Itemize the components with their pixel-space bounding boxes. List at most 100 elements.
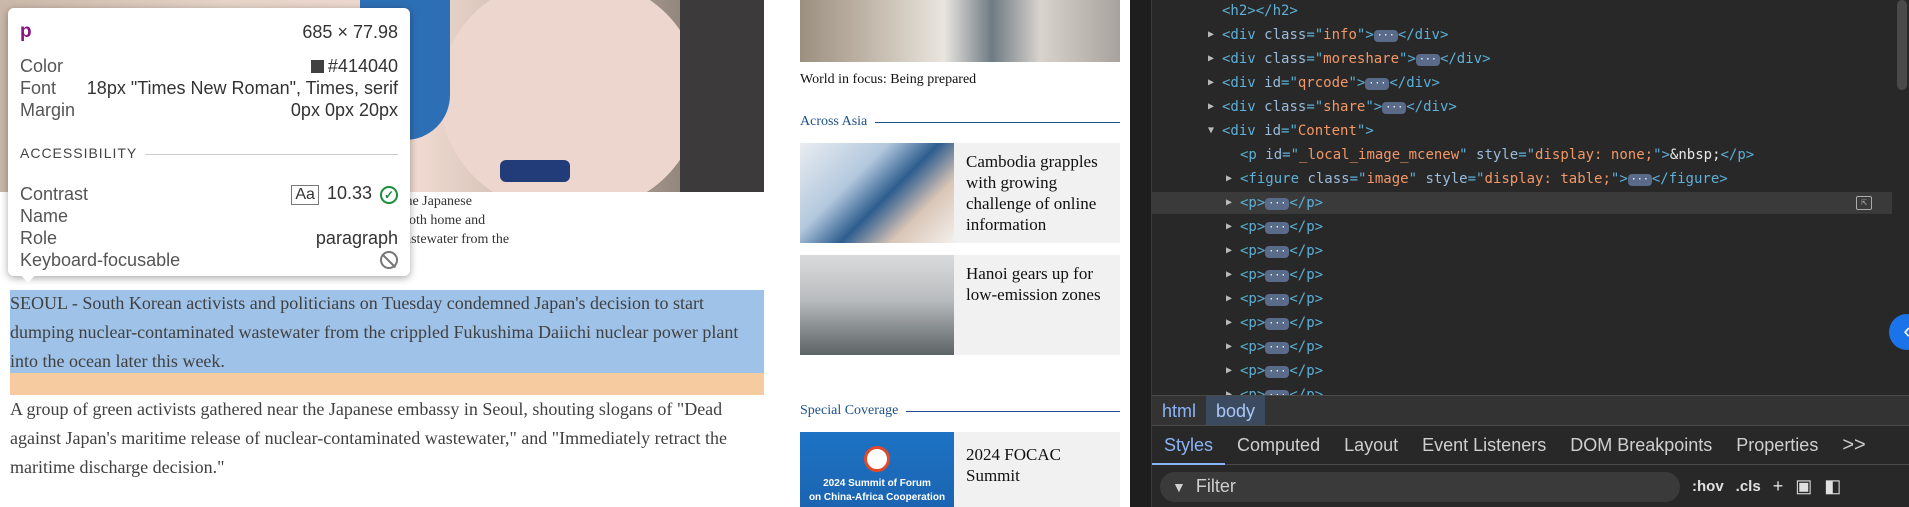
tooltip-color-value: #414040 (327, 55, 398, 76)
world-in-focus-image[interactable] (800, 0, 1120, 62)
expand-triangle-icon[interactable]: ▶ (1226, 384, 1236, 395)
news-card[interactable]: Cambodia grapples with growing challenge… (800, 143, 1120, 243)
expand-triangle-icon[interactable]: ▶ (1226, 216, 1236, 238)
dom-node-row[interactable]: ▶<p>···</p> (1152, 312, 1892, 334)
tab-computed[interactable]: Computed (1225, 425, 1332, 465)
dom-node-row[interactable]: ▶<p>···</p> (1152, 336, 1892, 358)
dom-node-row[interactable]: ▶<p>···</p> (1152, 240, 1892, 262)
paint-icon[interactable]: ▣ (1795, 476, 1812, 497)
expand-triangle-icon[interactable]: ▶ (1226, 288, 1236, 310)
collapse-triangle-icon[interactable]: ▼ (1208, 120, 1218, 142)
styles-toolbar: ▼ Filter :hov .cls + ▣ ◧ (1152, 466, 1909, 507)
tooltip-margin-value: 0px 0px 20px (290, 99, 398, 120)
expand-triangle-icon[interactable]: ▶ (1226, 360, 1236, 382)
devtools-panel: <h2></h2> ▶ <div class="info"> ··· </div> ▶ <d… (1130, 0, 1909, 507)
tooltip-size: 685 × 77.98 (302, 21, 398, 42)
dom-node-markup: <p>···</p> (1240, 339, 1324, 355)
filter-input[interactable]: ▼ Filter (1160, 471, 1680, 502)
expand-triangle-icon[interactable]: ▶ (1208, 72, 1218, 94)
expand-triangle-icon[interactable]: ▶ (1226, 192, 1236, 214)
divider (875, 121, 1120, 123)
tab-properties[interactable]: Properties (1724, 425, 1830, 465)
class-toggle-button[interactable]: .cls (1736, 478, 1761, 495)
tab-event-listeners[interactable]: Event Listeners (1410, 425, 1558, 465)
tab-dom-breakpoints[interactable]: DOM Breakpoints (1558, 425, 1724, 465)
breadcrumb-html[interactable]: html (1152, 396, 1206, 426)
dom-node-row[interactable]: ▶<p>···</p> (1152, 216, 1892, 238)
element-selector-icon[interactable]: ⇱ (1856, 196, 1872, 210)
dom-node-markup: <h2></h2> (1222, 3, 1298, 19)
tooltip-color-label: Color (20, 55, 64, 76)
tooltip-font-value: 18px "Times New Roman", Times, serif (86, 77, 398, 98)
add-rule-icon[interactable]: + (1773, 476, 1784, 497)
styles-tabbar: Styles Computed Layout Event Listeners D… (1152, 425, 1909, 465)
dom-node-row[interactable]: ▶<p>···</p> (1152, 264, 1892, 286)
dom-node-row[interactable]: ▶ <div id="qrcode"> ··· </div> (1152, 72, 1892, 94)
tooltip-contrast-label: Contrast (20, 183, 89, 204)
dom-node-markup: <p>···</p> (1240, 195, 1324, 211)
not-focusable-icon (380, 251, 398, 269)
expand-triangle-icon[interactable]: ▶ (1226, 312, 1236, 334)
expand-triangle-icon[interactable]: ▶ (1208, 24, 1218, 46)
dom-node-markup: <div id="Content"> (1222, 123, 1374, 139)
dom-node-markup: <div class="share"> ··· </div> (1222, 99, 1457, 115)
news-card-title[interactable]: Hanoi gears up for low-emission zones (966, 263, 1116, 305)
expand-triangle-icon[interactable]: ▶ (1226, 336, 1236, 358)
special-coverage-heading: Special Coverage (800, 401, 1120, 421)
elements-tree[interactable]: <h2></h2> ▶ <div class="info"> ··· </div> ▶ <d… (1152, 0, 1909, 395)
expand-triangle-icon[interactable]: ▶ (1226, 240, 1236, 262)
dom-node-markup: <p>···</p> (1240, 219, 1324, 235)
dom-breadcrumb: html body (1152, 395, 1909, 426)
dom-node-row[interactable]: ▶ <div class="moreshare"> ··· </div> (1152, 48, 1892, 70)
news-thumbnail[interactable]: 2024 Summit of Forum on China-Africa Coo… (800, 432, 954, 507)
inspect-tooltip: p 685 × 77.98 Color #414040 Font 18px "T… (8, 8, 410, 276)
dom-node-row[interactable]: <p id="_local_image_mcenew" style="displ… (1152, 144, 1892, 166)
more-tabs-button[interactable]: >> (1830, 425, 1877, 465)
dom-node-row[interactable]: ▶ <figure class="image" style="display: t… (1152, 168, 1892, 190)
dom-node-markup: <p>···</p> (1240, 291, 1324, 307)
tab-layout[interactable]: Layout (1332, 425, 1410, 465)
news-card-title[interactable]: Cambodia grapples with growing challenge… (966, 151, 1116, 235)
dom-node-markup: <p>···</p> (1240, 363, 1324, 379)
contrast-sample: Aa (291, 185, 319, 205)
news-thumbnail[interactable] (800, 255, 954, 355)
elements-scrollbar[interactable] (1897, 0, 1907, 90)
dom-node-row[interactable]: ▼ <div id="Content"> (1152, 120, 1892, 142)
sidebar-toggle-icon[interactable]: ◧ (1824, 476, 1841, 497)
dom-node-row[interactable]: <h2></h2> (1152, 0, 1892, 22)
article-paragraph: A group of green activists gathered near… (10, 399, 728, 477)
tooltip-role-value: paragraph (315, 227, 398, 248)
dom-node-markup: <p>···</p> (1240, 267, 1324, 283)
divider (906, 410, 1120, 412)
thumbnail-text: on China-Africa Cooperation (808, 492, 946, 503)
dom-node-row[interactable]: ▶ <p>···</p> (1152, 384, 1892, 395)
inspected-element-margin (10, 373, 764, 395)
tooltip-contrast-value: 10.33 (326, 183, 372, 203)
section-title: Across Asia (800, 114, 868, 129)
devtools-gutter (1130, 0, 1152, 507)
tooltip-role-label: Role (20, 227, 58, 248)
dom-node-row[interactable]: ▶<p>···</p> (1152, 288, 1892, 310)
world-in-focus-link[interactable]: World in focus: Being prepared (800, 72, 976, 88)
news-thumbnail[interactable] (800, 143, 954, 243)
section-title: Special Coverage (800, 403, 899, 418)
dom-node-markup: <p id="_local_image_mcenew" style="displ… (1240, 147, 1755, 163)
expand-triangle-icon[interactable]: ▶ (1226, 264, 1236, 286)
hover-state-button[interactable]: :hov (1692, 478, 1724, 495)
dom-node-row[interactable]: ▶ <p> ··· </p> ⇱ (1152, 192, 1892, 214)
dom-node-markup: <p>···</p> (1240, 384, 1323, 395)
dom-node-markup: <figure class="image" style="display: ta… (1240, 171, 1728, 187)
dom-node-row[interactable]: ▶ <div class="share"> ··· </div> (1152, 96, 1892, 118)
expand-triangle-icon[interactable]: ▶ (1208, 96, 1218, 118)
expand-triangle-icon[interactable]: ▶ (1226, 168, 1236, 190)
news-card[interactable]: 2024 Summit of Forum on China-Africa Coo… (800, 432, 1120, 507)
dom-node-markup: <p>···</p> (1240, 315, 1324, 331)
expand-triangle-icon[interactable]: ▶ (1208, 48, 1218, 70)
dom-node-row[interactable]: ▶<p>···</p> (1152, 360, 1892, 382)
tab-styles[interactable]: Styles (1152, 425, 1226, 465)
news-card[interactable]: Hanoi gears up for low-emission zones (800, 255, 1120, 355)
breadcrumb-body[interactable]: body (1206, 395, 1266, 426)
news-card-title[interactable]: 2024 FOCAC Summit (966, 444, 1116, 486)
article-pane: Activists protest the release of nuclear… (0, 0, 780, 507)
dom-node-row[interactable]: ▶ <div class="info"> ··· </div> (1152, 24, 1892, 46)
